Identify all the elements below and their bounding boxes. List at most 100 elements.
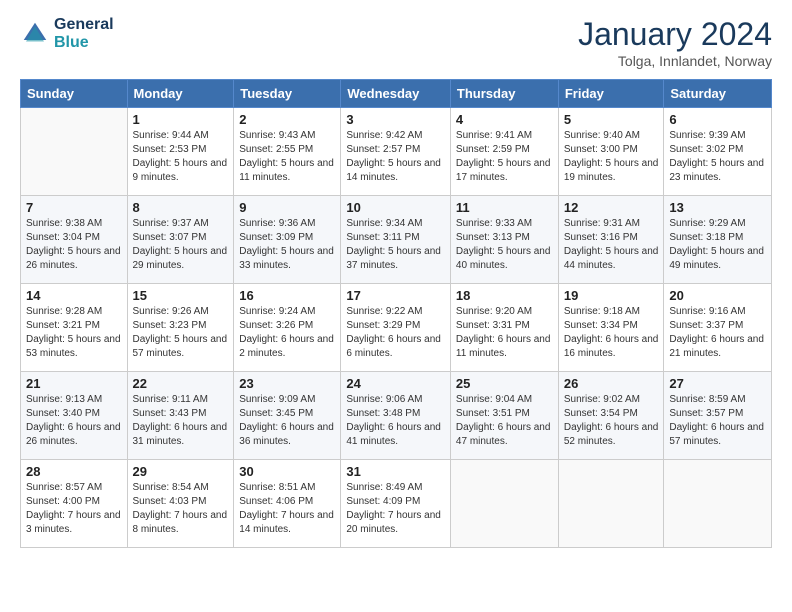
table-row: 12 Sunrise: 9:31 AMSunset: 3:16 PMDayligh… bbox=[558, 196, 664, 284]
table-row: 27 Sunrise: 8:59 AMSunset: 3:57 PMDayligh… bbox=[664, 372, 772, 460]
day-info: Sunrise: 9:16 AMSunset: 3:37 PMDaylight:… bbox=[669, 305, 766, 361]
day-info: Sunrise: 9:34 AMSunset: 3:11 PMDaylight:… bbox=[346, 217, 445, 273]
table-row: 30 Sunrise: 8:51 AMSunset: 4:06 PMDayligh… bbox=[234, 460, 341, 548]
day-number: 12 bbox=[564, 200, 659, 215]
calendar-table: Sunday Monday Tuesday Wednesday Thursday… bbox=[20, 79, 772, 548]
day-number: 16 bbox=[239, 288, 335, 303]
day-info: Sunrise: 9:11 AMSunset: 3:43 PMDaylight:… bbox=[133, 393, 229, 449]
day-info: Sunrise: 9:31 AMSunset: 3:16 PMDaylight:… bbox=[564, 217, 659, 273]
day-info: Sunrise: 9:37 AMSunset: 3:07 PMDaylight:… bbox=[133, 217, 229, 273]
day-number: 14 bbox=[26, 288, 122, 303]
day-info: Sunrise: 9:28 AMSunset: 3:21 PMDaylight:… bbox=[26, 305, 122, 361]
day-number: 8 bbox=[133, 200, 229, 215]
day-info: Sunrise: 8:57 AMSunset: 4:00 PMDaylight:… bbox=[26, 481, 122, 537]
table-row: 23 Sunrise: 9:09 AMSunset: 3:45 PMDayligh… bbox=[234, 372, 341, 460]
day-number: 29 bbox=[133, 464, 229, 479]
day-number: 23 bbox=[239, 376, 335, 391]
table-row: 29 Sunrise: 8:54 AMSunset: 4:03 PMDayligh… bbox=[127, 460, 234, 548]
logo-text: General Blue bbox=[54, 16, 114, 52]
table-row: 13 Sunrise: 9:29 AMSunset: 3:18 PMDayligh… bbox=[664, 196, 772, 284]
day-info: Sunrise: 9:38 AMSunset: 3:04 PMDaylight:… bbox=[26, 217, 122, 273]
day-number: 11 bbox=[456, 200, 553, 215]
calendar-week-row: 7Sunrise: 9:38 AMSunset: 3:04 PMDaylight… bbox=[21, 196, 772, 284]
table-row: 28 Sunrise: 8:57 AMSunset: 4:00 PMDayligh… bbox=[21, 460, 128, 548]
calendar-week-row: 14 Sunrise: 9:28 AMSunset: 3:21 PMDayligh… bbox=[21, 284, 772, 372]
calendar-week-row: 1Sunrise: 9:44 AMSunset: 2:53 PMDaylight… bbox=[21, 108, 772, 196]
day-number: 3 bbox=[346, 112, 445, 127]
weekday-header-row: Sunday Monday Tuesday Wednesday Thursday… bbox=[21, 80, 772, 108]
day-info: Sunrise: 9:43 AMSunset: 2:55 PMDaylight:… bbox=[239, 129, 335, 185]
day-number: 28 bbox=[26, 464, 122, 479]
day-info: Sunrise: 9:04 AMSunset: 3:51 PMDaylight:… bbox=[456, 393, 553, 449]
table-row: 3 Sunrise: 9:42 AMSunset: 2:57 PMDaylight… bbox=[341, 108, 451, 196]
table-row: 1Sunrise: 9:44 AMSunset: 2:53 PMDaylight… bbox=[127, 108, 234, 196]
day-number: 6 bbox=[669, 112, 766, 127]
header-friday: Friday bbox=[558, 80, 664, 108]
day-info: Sunrise: 9:29 AMSunset: 3:18 PMDaylight:… bbox=[669, 217, 766, 273]
header-saturday: Saturday bbox=[664, 80, 772, 108]
table-row bbox=[664, 460, 772, 548]
table-row bbox=[450, 460, 558, 548]
table-row: 21Sunrise: 9:13 AMSunset: 3:40 PMDayligh… bbox=[21, 372, 128, 460]
day-number: 19 bbox=[564, 288, 659, 303]
day-number: 4 bbox=[456, 112, 553, 127]
table-row: 16 Sunrise: 9:24 AMSunset: 3:26 PMDayligh… bbox=[234, 284, 341, 372]
page: General Blue January 2024 Tolga, Innland… bbox=[0, 0, 792, 612]
day-number: 24 bbox=[346, 376, 445, 391]
day-info: Sunrise: 9:13 AMSunset: 3:40 PMDaylight:… bbox=[26, 393, 122, 449]
day-number: 20 bbox=[669, 288, 766, 303]
table-row: 11Sunrise: 9:33 AMSunset: 3:13 PMDayligh… bbox=[450, 196, 558, 284]
table-row bbox=[21, 108, 128, 196]
header-sunday: Sunday bbox=[21, 80, 128, 108]
month-title: January 2024 bbox=[578, 16, 772, 53]
table-row: 25 Sunrise: 9:04 AMSunset: 3:51 PMDayligh… bbox=[450, 372, 558, 460]
table-row: 19Sunrise: 9:18 AMSunset: 3:34 PMDayligh… bbox=[558, 284, 664, 372]
day-info: Sunrise: 8:54 AMSunset: 4:03 PMDaylight:… bbox=[133, 481, 229, 537]
table-row: 5 Sunrise: 9:40 AMSunset: 3:00 PMDaylight… bbox=[558, 108, 664, 196]
day-number: 5 bbox=[564, 112, 659, 127]
table-row: 17Sunrise: 9:22 AMSunset: 3:29 PMDayligh… bbox=[341, 284, 451, 372]
table-row: 10Sunrise: 9:34 AMSunset: 3:11 PMDayligh… bbox=[341, 196, 451, 284]
day-info: Sunrise: 9:24 AMSunset: 3:26 PMDaylight:… bbox=[239, 305, 335, 361]
day-number: 25 bbox=[456, 376, 553, 391]
logo-icon bbox=[20, 19, 50, 49]
day-number: 9 bbox=[239, 200, 335, 215]
day-info: Sunrise: 8:51 AMSunset: 4:06 PMDaylight:… bbox=[239, 481, 335, 537]
table-row: 26 Sunrise: 9:02 AMSunset: 3:54 PMDayligh… bbox=[558, 372, 664, 460]
day-info: Sunrise: 9:22 AMSunset: 3:29 PMDaylight:… bbox=[346, 305, 445, 361]
day-info: Sunrise: 9:41 AMSunset: 2:59 PMDaylight:… bbox=[456, 129, 553, 185]
day-number: 2 bbox=[239, 112, 335, 127]
table-row: 22 Sunrise: 9:11 AMSunset: 3:43 PMDayligh… bbox=[127, 372, 234, 460]
header-monday: Monday bbox=[127, 80, 234, 108]
table-row: 7Sunrise: 9:38 AMSunset: 3:04 PMDaylight… bbox=[21, 196, 128, 284]
day-info: Sunrise: 9:42 AMSunset: 2:57 PMDaylight:… bbox=[346, 129, 445, 185]
title-section: January 2024 Tolga, Innlandet, Norway bbox=[578, 16, 772, 69]
table-row: 20 Sunrise: 9:16 AMSunset: 3:37 PMDayligh… bbox=[664, 284, 772, 372]
table-row bbox=[558, 460, 664, 548]
table-row: 15 Sunrise: 9:26 AMSunset: 3:23 PMDayligh… bbox=[127, 284, 234, 372]
table-row: 6 Sunrise: 9:39 AMSunset: 3:02 PMDaylight… bbox=[664, 108, 772, 196]
day-number: 18 bbox=[456, 288, 553, 303]
day-number: 15 bbox=[133, 288, 229, 303]
day-info: Sunrise: 9:09 AMSunset: 3:45 PMDaylight:… bbox=[239, 393, 335, 449]
header: General Blue January 2024 Tolga, Innland… bbox=[20, 16, 772, 69]
day-info: Sunrise: 9:26 AMSunset: 3:23 PMDaylight:… bbox=[133, 305, 229, 361]
table-row: 31Sunrise: 8:49 AMSunset: 4:09 PMDayligh… bbox=[341, 460, 451, 548]
day-info: Sunrise: 8:59 AMSunset: 3:57 PMDaylight:… bbox=[669, 393, 766, 449]
day-info: Sunrise: 9:06 AMSunset: 3:48 PMDaylight:… bbox=[346, 393, 445, 449]
location: Tolga, Innlandet, Norway bbox=[578, 53, 772, 69]
day-number: 26 bbox=[564, 376, 659, 391]
day-info: Sunrise: 8:49 AMSunset: 4:09 PMDaylight:… bbox=[346, 481, 445, 537]
day-info: Sunrise: 9:39 AMSunset: 3:02 PMDaylight:… bbox=[669, 129, 766, 185]
day-info: Sunrise: 9:20 AMSunset: 3:31 PMDaylight:… bbox=[456, 305, 553, 361]
day-number: 1 bbox=[133, 112, 229, 127]
calendar-week-row: 28 Sunrise: 8:57 AMSunset: 4:00 PMDayligh… bbox=[21, 460, 772, 548]
header-wednesday: Wednesday bbox=[341, 80, 451, 108]
day-info: Sunrise: 9:36 AMSunset: 3:09 PMDaylight:… bbox=[239, 217, 335, 273]
day-number: 30 bbox=[239, 464, 335, 479]
day-number: 22 bbox=[133, 376, 229, 391]
day-info: Sunrise: 9:02 AMSunset: 3:54 PMDaylight:… bbox=[564, 393, 659, 449]
day-info: Sunrise: 9:40 AMSunset: 3:00 PMDaylight:… bbox=[564, 129, 659, 185]
day-number: 27 bbox=[669, 376, 766, 391]
day-number: 13 bbox=[669, 200, 766, 215]
